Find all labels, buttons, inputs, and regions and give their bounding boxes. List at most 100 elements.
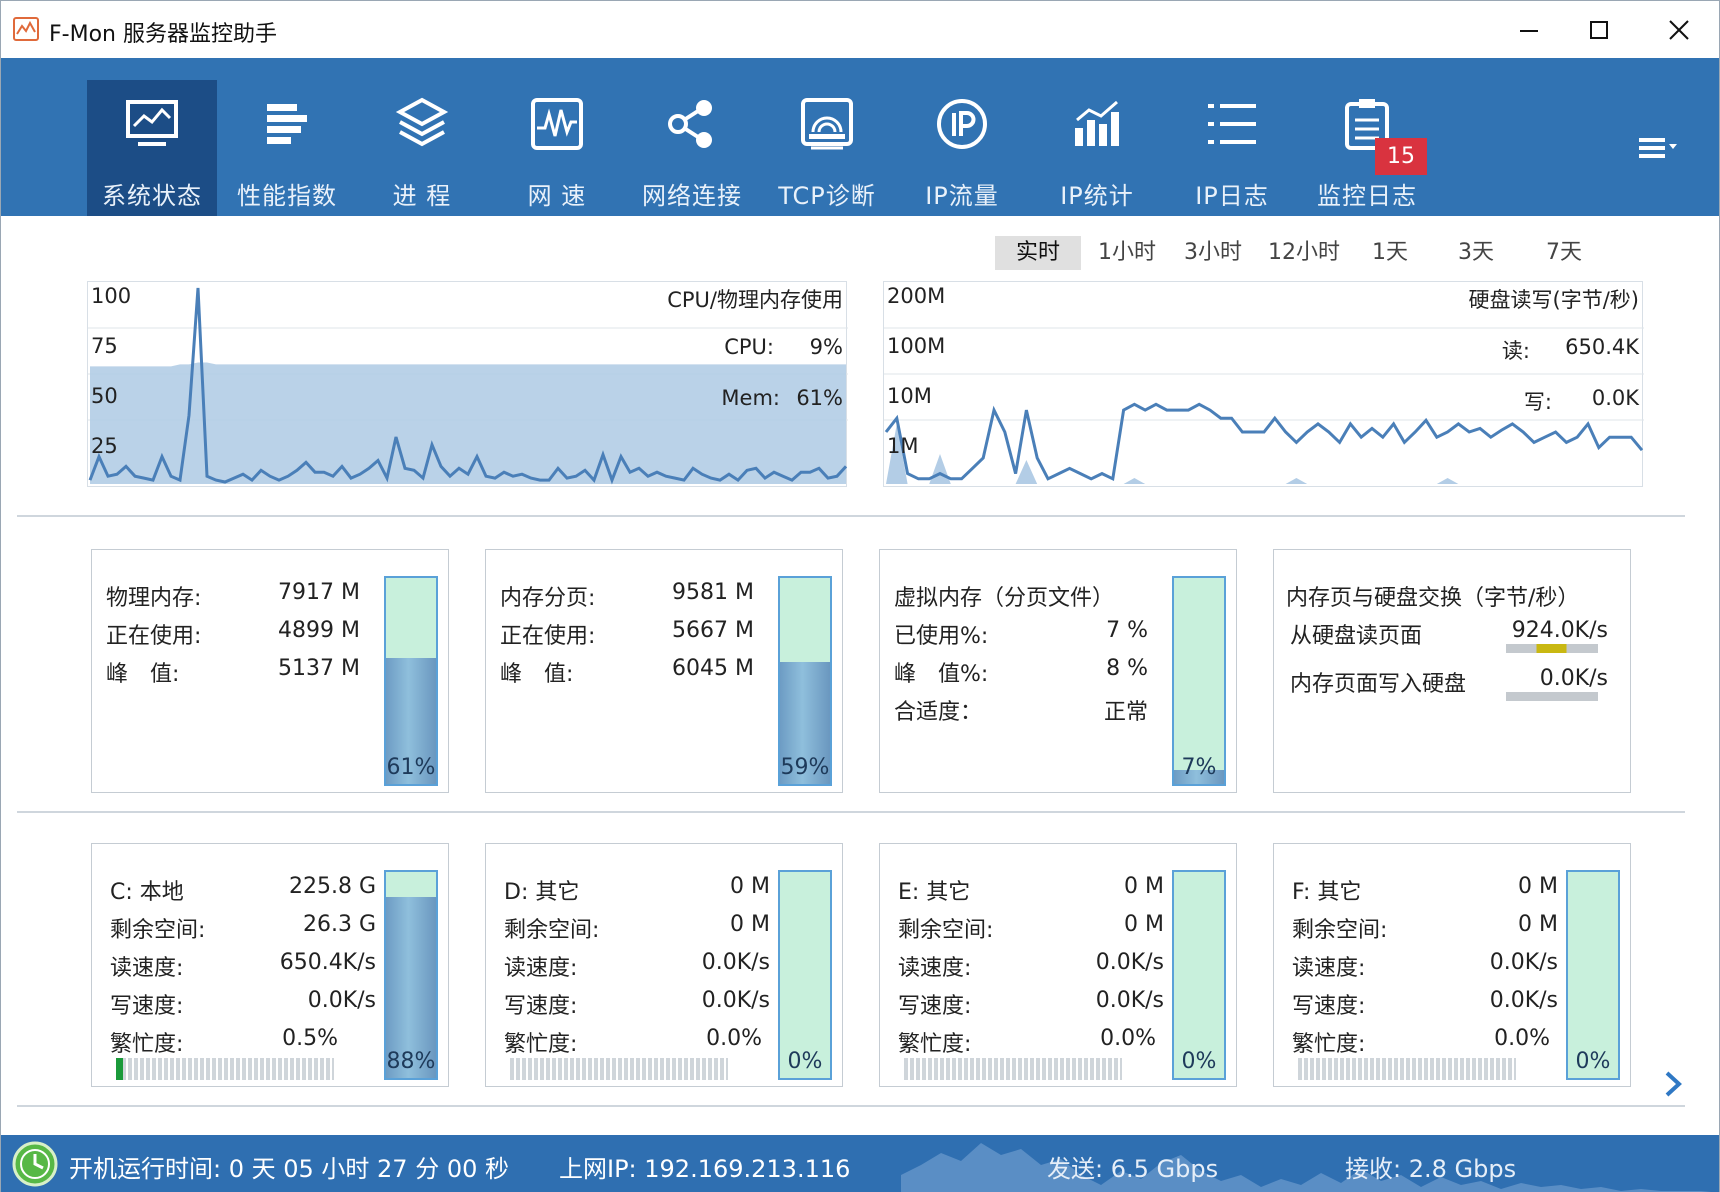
tab-net-speed[interactable]: 网 速	[492, 80, 622, 216]
layers-icon	[395, 97, 449, 147]
disk-name: E: 其它	[898, 880, 971, 905]
row-label: 写速度:	[504, 994, 578, 1019]
busy-meter	[1298, 1058, 1516, 1080]
row-label: 合适度：	[894, 700, 983, 725]
usage-percent: 0%	[1575, 1049, 1611, 1074]
disk-read: 0.0K/s	[1095, 950, 1164, 975]
disk-busy: 0.5%	[282, 1026, 338, 1051]
bar-chart-icon	[1075, 100, 1119, 146]
disk-total: 0 M	[1518, 874, 1558, 899]
range-12h[interactable]: 12小时	[1259, 236, 1349, 270]
row-label: 繁忙度:	[1292, 1032, 1366, 1057]
minimize-button[interactable]	[1489, 1, 1569, 58]
disk-read: 0.0K/s	[1489, 950, 1558, 975]
range-3h[interactable]: 3小时	[1173, 236, 1253, 270]
monitor-icon	[126, 100, 178, 146]
tab-label: 监控日志	[1317, 182, 1417, 210]
usage-percent: 61%	[386, 755, 436, 780]
row-value: 5667 M	[672, 618, 754, 643]
chevron-right-icon[interactable]	[1659, 1067, 1687, 1101]
tab-label: 系统状态	[102, 182, 202, 210]
y-tick-label: 50	[91, 384, 118, 408]
usage-bar: 61%	[384, 576, 438, 786]
disk-total: 0 M	[1124, 874, 1164, 899]
disk-card-c: C: 本地 225.8 G 剩余空间: 26.3 G 读速度: 650.4K/s…	[91, 843, 449, 1087]
disk-busy: 0.0%	[1100, 1026, 1156, 1051]
row-value: 正常	[1103, 700, 1148, 725]
usage-bar: 0%	[1172, 870, 1226, 1080]
maximize-icon	[1590, 20, 1608, 39]
close-icon	[1669, 19, 1689, 40]
virtual-memory-card: 虚拟内存（分页文件） 已使用%: 7 % 峰 值%: 8 % 合适度： 正常 7…	[879, 549, 1237, 793]
disk-total: 0 M	[730, 874, 770, 899]
write-value: 0.0K	[1591, 386, 1639, 410]
range-1h[interactable]: 1小时	[1087, 236, 1167, 270]
network-traffic-sparkline	[901, 1143, 1711, 1192]
hamburger-menu-icon[interactable]	[1637, 134, 1683, 164]
chart-title: 硬盘读写(字节/秒)	[1468, 288, 1639, 312]
disk-total: 225.8 G	[288, 874, 376, 899]
row-value: 4899 M	[278, 618, 360, 643]
range-1d[interactable]: 1天	[1355, 236, 1425, 270]
tab-ip-stats[interactable]: IP统计	[1032, 80, 1162, 216]
busy-meter-fill	[116, 1058, 123, 1080]
receive-rate-text: 接收: 2.8 Gbps	[1345, 1155, 1517, 1183]
disk-write: 0.0K/s	[1489, 988, 1558, 1013]
disk-free: 26.3 G	[302, 912, 376, 937]
row-label: 剩余空间:	[504, 918, 600, 943]
disk-free: 0 M	[730, 912, 770, 937]
disk-write: 0.0K/s	[1095, 988, 1164, 1013]
usage-percent: 0%	[787, 1049, 823, 1074]
write-rate-meter	[1506, 692, 1598, 701]
uptime-text: 开机运行时间: 0 天 05 小时 27 分 00 秒	[69, 1155, 510, 1183]
close-button[interactable]	[1639, 1, 1719, 58]
notification-badge: 15	[1375, 138, 1427, 175]
range-realtime[interactable]: 实时	[995, 236, 1081, 270]
tab-ip-log[interactable]: IP日志	[1167, 80, 1297, 216]
divider	[17, 1105, 1685, 1107]
title-bar: F-Mon 服务器监控助手	[1, 1, 1719, 58]
busy-meter	[904, 1058, 1122, 1080]
tab-label: 进 程	[392, 182, 452, 210]
row-label: 峰 值:	[500, 662, 574, 687]
main-toolbar: 系统状态 性能指数 进 程 网 速 网络连接 TCP诊断 IP流量 IP统计 I…	[1, 58, 1719, 216]
tab-processes[interactable]: 进 程	[357, 80, 487, 216]
row-label: 正在使用:	[500, 624, 596, 649]
minimize-icon	[1520, 29, 1538, 32]
tab-ip-traffic[interactable]: IP流量	[897, 80, 1027, 216]
y-tick-label: 100	[91, 284, 132, 308]
mem-label: Mem:	[721, 386, 780, 410]
disk-read: 650.4K/s	[279, 950, 376, 975]
range-3d[interactable]: 3天	[1441, 236, 1511, 270]
maximize-button[interactable]	[1559, 1, 1639, 58]
pulse-icon	[531, 98, 583, 150]
app-window: F-Mon 服务器监控助手 系统状态 性能指数 进 程 网 速 网络连接 TCP…	[0, 0, 1720, 1192]
y-tick-label: 1M	[887, 434, 919, 458]
row-value: 6045 M	[672, 656, 754, 681]
row-label: 写速度:	[1292, 994, 1366, 1019]
disk-write: 0.0K/s	[701, 988, 770, 1013]
row-value: 7917 M	[278, 580, 360, 605]
write-label: 写:	[1523, 390, 1552, 414]
list-icon	[1208, 104, 1256, 144]
y-tick-label: 75	[91, 334, 118, 358]
tab-connections[interactable]: 网络连接	[627, 80, 757, 216]
row-label: 剩余空间:	[898, 918, 994, 943]
card-title: 内存页与硬盘交换（字节/秒）	[1286, 586, 1580, 611]
cpu-value: 9%	[809, 335, 843, 359]
radar-icon	[801, 98, 853, 150]
tab-system-status[interactable]: 系统状态	[87, 80, 217, 216]
row-value: 8 %	[1106, 656, 1148, 681]
disk-name: D: 其它	[504, 880, 580, 905]
row-label: 写速度:	[110, 994, 184, 1019]
y-tick-label: 100M	[887, 334, 946, 358]
disk-io-chart: 200M 100M 10M 1M 硬盘读写(字节/秒) 读: 650.4K 写:…	[883, 281, 1644, 487]
disk-busy: 0.0%	[706, 1026, 762, 1051]
tab-performance[interactable]: 性能指数	[222, 80, 352, 216]
range-7d[interactable]: 7天	[1529, 236, 1599, 270]
tab-tcp-diagnose[interactable]: TCP诊断	[762, 80, 892, 216]
tab-label: IP统计	[1060, 182, 1134, 210]
row-label: 物理内存:	[106, 586, 202, 611]
usage-bar: 7%	[1172, 576, 1226, 786]
usage-percent: 88%	[386, 1049, 436, 1074]
